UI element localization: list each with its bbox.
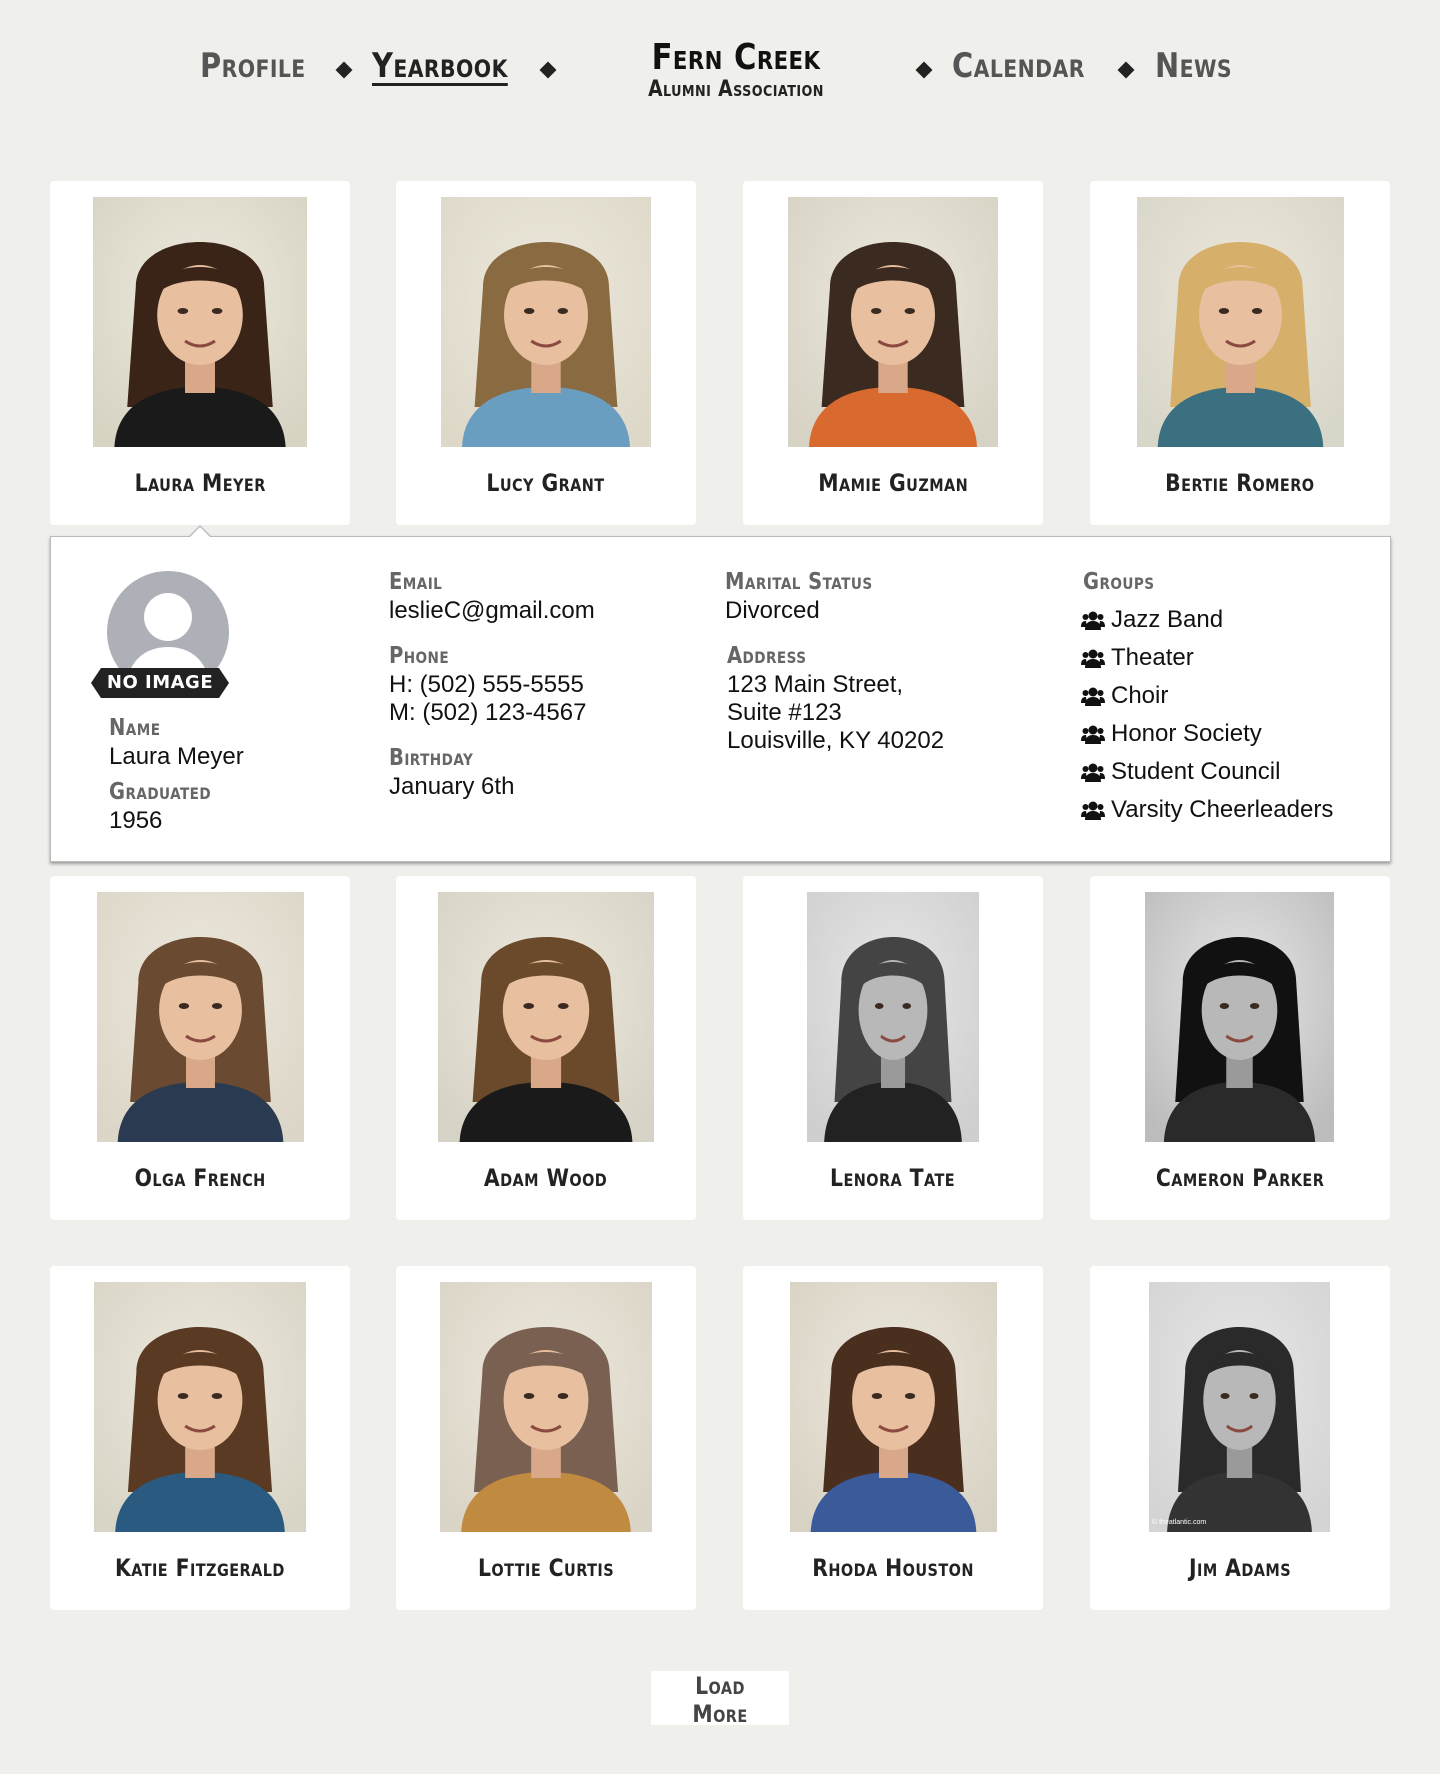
address-line-2: Suite #123 [727,699,842,726]
group-item[interactable]: Honor Society [1081,719,1262,749]
student-photo[interactable] [1145,892,1334,1142]
student-photo[interactable] [441,197,651,447]
student-photo[interactable] [788,197,998,447]
graduated-label: Graduated [109,779,212,805]
address-line-1: 123 Main Street, [727,671,904,698]
student-name[interactable]: Bertie Romero [1090,469,1390,497]
student-card[interactable]: Rhoda Houston [743,1266,1043,1610]
birthday-label: Birthday [389,745,474,771]
address-label: Address [727,643,807,669]
student-name[interactable]: Laura Meyer [50,469,350,497]
student-photo[interactable] [1149,1282,1330,1532]
student-detail-panel: NO IMAGE Name Laura Meyer Graduated 1956… [50,536,1391,862]
student-card[interactable]: Mamie Guzman [743,181,1043,525]
student-name[interactable]: Cameron Parker [1090,1164,1390,1192]
users-icon [1081,606,1111,633]
top-nav: Profile Yearbook Fern Creek Alumni Assoc… [0,0,1440,150]
group-item[interactable]: Student Council [1081,757,1280,787]
marital-status-label: Marital Status [725,569,873,595]
users-icon [1081,758,1111,785]
student-card[interactable]: Katie Fitzgerald [50,1266,350,1610]
email-value[interactable]: leslieC@gmail.com [389,597,595,625]
student-photo[interactable] [790,1282,997,1532]
brand-subtitle: Alumni Association [648,77,824,102]
site-logo[interactable]: Fern Creek Alumni Association [600,38,872,102]
nav-news-link[interactable]: News [1155,46,1232,86]
student-card[interactable]: Cameron Parker [1090,876,1390,1220]
student-photo[interactable] [97,892,304,1142]
student-card[interactable]: Bertie Romero [1090,181,1390,525]
groups-label: Groups [1083,569,1155,595]
student-name[interactable]: Olga French [50,1164,350,1192]
student-card[interactable]: © theatlantic.com Jim Adams [1090,1266,1390,1610]
nav-divider-icon [335,61,353,79]
address-line-3: Louisville, KY 40202 [727,727,945,754]
group-item[interactable]: Varsity Cheerleaders [1081,795,1333,825]
photo-watermark: © theatlantic.com [1152,1519,1207,1526]
group-label: Jazz Band [1111,606,1224,633]
group-item[interactable]: Choir [1081,681,1168,711]
users-icon [1081,720,1111,747]
birthday-value: January 6th [389,773,515,800]
student-photo[interactable] [438,892,654,1142]
student-name[interactable]: Lucy Grant [396,469,696,497]
nav-yearbook-link[interactable]: Yearbook [372,46,508,86]
student-card[interactable]: Laura Meyer [50,181,350,525]
phone-label: Phone [389,643,450,669]
student-name-value: Laura Meyer [109,743,244,770]
nav-divider-icon [539,61,557,79]
student-name[interactable]: Mamie Guzman [743,469,1043,497]
email-label: Email [389,569,443,595]
student-card[interactable]: Adam Wood [396,876,696,1220]
no-image-ribbon: NO IMAGE [91,668,229,698]
graduated-value: 1956 [109,807,163,834]
student-name[interactable]: Lenora Tate [743,1164,1043,1192]
student-photo[interactable] [807,892,979,1142]
group-label: Honor Society [1111,720,1262,747]
student-card[interactable]: Olga French [50,876,350,1220]
phone-home-value: H: (502) 555-5555 [389,671,584,698]
users-icon [1081,796,1111,823]
student-name[interactable]: Katie Fitzgerald [50,1554,350,1582]
load-more-button[interactable]: Load More [651,1671,789,1728]
student-name[interactable]: Rhoda Houston [743,1554,1043,1582]
student-card[interactable]: Lucy Grant [396,181,696,525]
student-photo[interactable] [1137,197,1344,447]
name-label: Name [109,715,161,741]
nav-calendar-link[interactable]: Calendar [952,46,1085,86]
student-name[interactable]: Lottie Curtis [396,1554,696,1582]
users-icon [1081,682,1111,709]
student-name[interactable]: Adam Wood [396,1164,696,1192]
phone-mobile-value: M: (502) 123-4567 [389,699,587,726]
group-label: Varsity Cheerleaders [1111,796,1334,823]
group-item[interactable]: Jazz Band [1081,605,1223,635]
group-label: Student Council [1111,758,1281,785]
student-card[interactable]: Lenora Tate [743,876,1043,1220]
group-label: Choir [1111,682,1169,709]
nav-divider-icon [915,61,933,79]
users-icon [1081,644,1111,671]
student-photo[interactable] [93,197,307,447]
nav-profile-link[interactable]: Profile [200,46,306,86]
group-label: Theater [1111,644,1194,671]
nav-divider-icon [1117,61,1135,79]
student-photo[interactable] [440,1282,652,1532]
student-name[interactable]: Jim Adams [1090,1554,1390,1582]
brand-title: Fern Creek [651,37,821,78]
student-photo[interactable] [94,1282,306,1532]
group-item[interactable]: Theater [1081,643,1194,673]
marital-status-value: Divorced [725,597,820,624]
student-card[interactable]: Lottie Curtis [396,1266,696,1610]
